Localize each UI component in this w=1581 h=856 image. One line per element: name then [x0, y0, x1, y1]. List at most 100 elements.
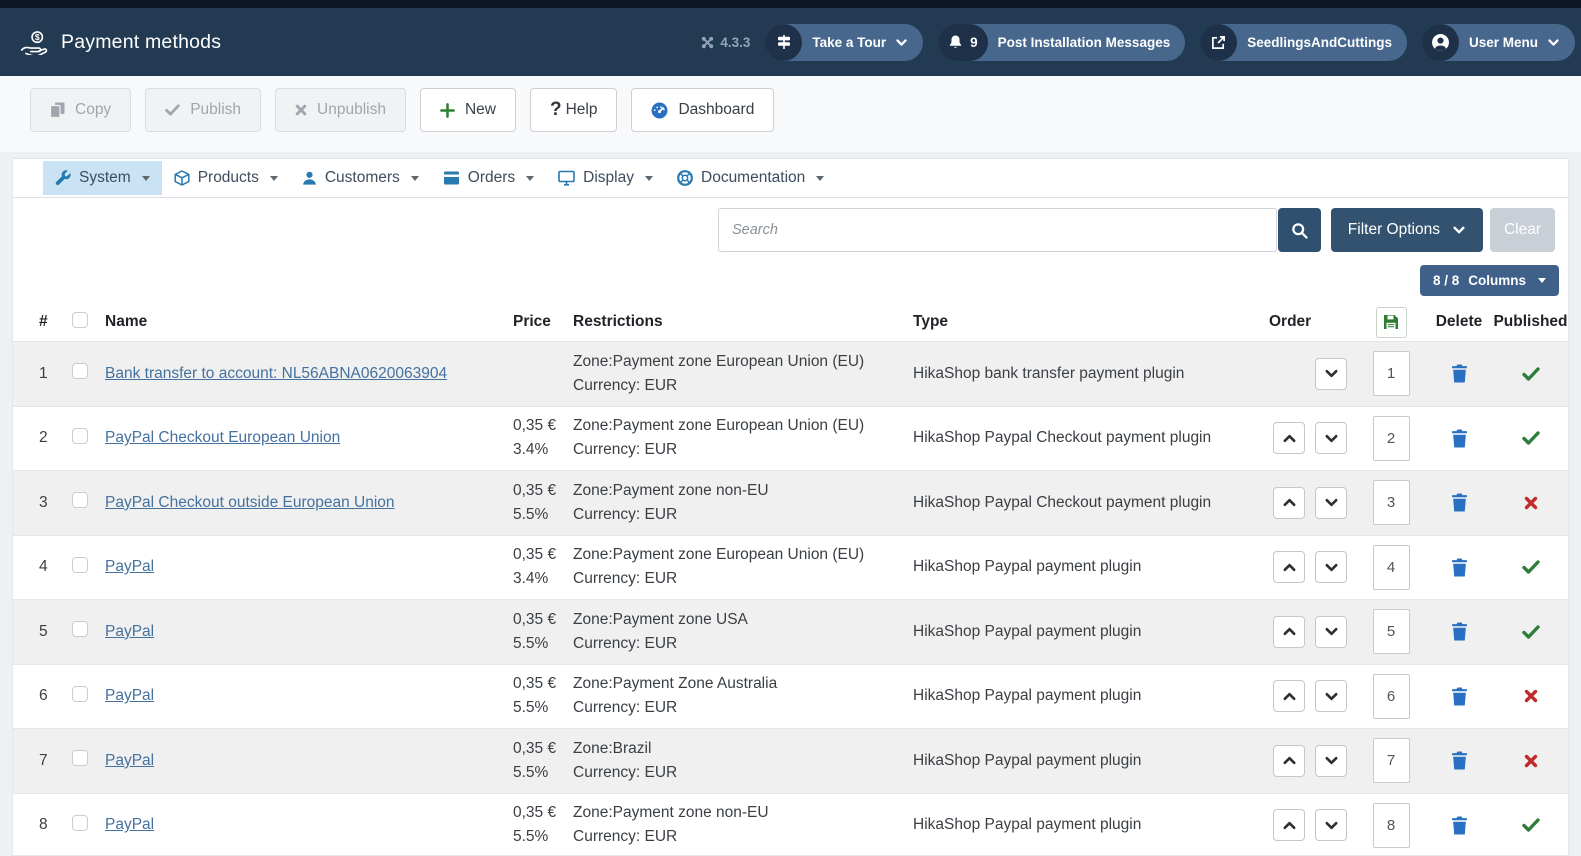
order-down-button[interactable] [1315, 616, 1347, 648]
price-amount: 0,35 € [513, 801, 573, 825]
copy-button[interactable]: Copy [30, 88, 131, 132]
clear-button[interactable]: Clear [1490, 208, 1555, 252]
order-input[interactable] [1373, 545, 1410, 590]
payment-method-link[interactable]: PayPal [105, 752, 154, 769]
restriction-zone: Zone:Payment Zone Australia [573, 672, 913, 696]
row-checkbox[interactable] [72, 492, 88, 508]
unpublished-icon[interactable] [1524, 754, 1538, 768]
payment-method-link[interactable]: PayPal [105, 558, 154, 575]
delete-button[interactable] [1451, 751, 1468, 770]
row-checkbox[interactable] [72, 557, 88, 573]
top-strip [0, 0, 1581, 8]
search-button[interactable] [1278, 208, 1321, 252]
order-input[interactable] [1373, 351, 1410, 396]
row-checkbox[interactable] [72, 686, 88, 702]
order-up-button[interactable] [1273, 809, 1305, 841]
published-icon[interactable] [1522, 431, 1540, 445]
delete-button[interactable] [1451, 493, 1468, 512]
order-input[interactable] [1373, 609, 1410, 654]
col-order[interactable]: Order [1261, 313, 1357, 331]
menu-item-customers[interactable]: Customers [290, 161, 431, 195]
plus-icon [440, 103, 455, 118]
menu-item-documentation[interactable]: Documentation [665, 161, 836, 195]
price-amount: 0,35 € [513, 608, 573, 632]
payment-method-link[interactable]: PayPal [105, 687, 154, 704]
order-up-button[interactable] [1273, 551, 1305, 583]
published-icon[interactable] [1522, 560, 1540, 574]
order-up-button[interactable] [1273, 616, 1305, 648]
site-link-button[interactable]: SeedlingsAndCuttings [1200, 24, 1407, 61]
order-down-button[interactable] [1315, 422, 1347, 454]
payment-type: HikaShop Paypal payment plugin [913, 558, 1261, 576]
menu-item-system[interactable]: System [43, 161, 162, 195]
order-up-button[interactable] [1273, 745, 1305, 777]
post-installation-messages-button[interactable]: 9 Post Installation Messages [938, 24, 1185, 61]
delete-button[interactable] [1451, 816, 1468, 835]
unpublished-icon[interactable] [1524, 689, 1538, 703]
order-input[interactable] [1373, 480, 1410, 525]
order-down-button[interactable] [1315, 487, 1347, 519]
row-checkbox[interactable] [72, 621, 88, 637]
order-down-button[interactable] [1315, 745, 1347, 777]
menu-item-orders[interactable]: Orders [431, 161, 546, 195]
col-name[interactable]: Name [105, 313, 513, 331]
columns-dropdown-button[interactable]: 8 / 8 Columns [1420, 265, 1559, 296]
order-down-button[interactable] [1315, 809, 1347, 841]
row-checkbox[interactable] [72, 815, 88, 831]
publish-button[interactable]: Publish [145, 88, 261, 132]
filter-options-button[interactable]: Filter Options [1331, 208, 1483, 252]
row-checkbox[interactable] [72, 428, 88, 444]
user-menu-button[interactable]: User Menu [1422, 24, 1575, 61]
delete-button[interactable] [1451, 364, 1468, 383]
payment-method-link[interactable]: PayPal Checkout European Union [105, 429, 340, 446]
order-down-button[interactable] [1315, 680, 1347, 712]
take-a-tour-button[interactable]: Take a Tour [765, 24, 923, 61]
row-checkbox[interactable] [72, 363, 88, 379]
new-button[interactable]: New [420, 88, 516, 132]
save-order-button[interactable] [1376, 307, 1407, 338]
order-input[interactable] [1373, 674, 1410, 719]
table-row: 2 PayPal Checkout European Union 0,35 €3… [13, 406, 1568, 471]
content-card: System Products Customers Orders Display… [12, 158, 1569, 856]
payment-method-link[interactable]: PayPal [105, 623, 154, 640]
order-input[interactable] [1373, 803, 1410, 848]
unpublished-icon[interactable] [1524, 496, 1538, 510]
order-up-button[interactable] [1273, 487, 1305, 519]
order-up-button[interactable] [1273, 680, 1305, 712]
bell-icon [948, 34, 963, 50]
order-down-button[interactable] [1315, 551, 1347, 583]
delete-button[interactable] [1451, 429, 1468, 448]
menu-item-display[interactable]: Display [546, 161, 665, 195]
restriction-zone: Zone:Payment zone non-EU [573, 801, 913, 825]
delete-button[interactable] [1451, 622, 1468, 641]
delete-button[interactable] [1451, 687, 1468, 706]
menu-item-products[interactable]: Products [162, 161, 290, 195]
help-button[interactable]: ? Help [530, 88, 618, 132]
row-checkbox[interactable] [72, 750, 88, 766]
order-input[interactable] [1373, 738, 1410, 783]
payment-method-link[interactable]: Bank transfer to account: NL56ABNA062006… [105, 365, 447, 382]
restriction-currency: Currency: EUR [573, 503, 913, 527]
published-icon[interactable] [1522, 818, 1540, 832]
chevron-down-icon [1324, 689, 1339, 704]
chevron-up-icon [1282, 431, 1297, 446]
payment-method-link[interactable]: PayPal [105, 816, 154, 833]
order-down-button[interactable] [1315, 358, 1347, 390]
floppy-icon [1383, 314, 1399, 330]
dashboard-button[interactable]: Dashboard [631, 88, 774, 132]
price-percent: 5.5% [513, 825, 573, 849]
order-up-button[interactable] [1273, 422, 1305, 454]
order-input[interactable] [1373, 416, 1410, 461]
table-row: 5 PayPal 0,35 €5.5% Zone:Payment zone US… [13, 599, 1568, 664]
unpublish-button[interactable]: Unpublish [275, 88, 406, 132]
payment-method-link[interactable]: PayPal Checkout outside European Union [105, 494, 395, 511]
delete-button[interactable] [1451, 558, 1468, 577]
search-input[interactable] [718, 208, 1277, 252]
trash-icon [1451, 622, 1468, 641]
chevron-down-icon [1547, 36, 1560, 49]
select-all-checkbox[interactable] [72, 312, 88, 328]
published-icon[interactable] [1522, 367, 1540, 381]
restriction-zone: Zone:Payment zone non-EU [573, 479, 913, 503]
published-icon[interactable] [1522, 625, 1540, 639]
chevron-up-icon [1282, 753, 1297, 768]
